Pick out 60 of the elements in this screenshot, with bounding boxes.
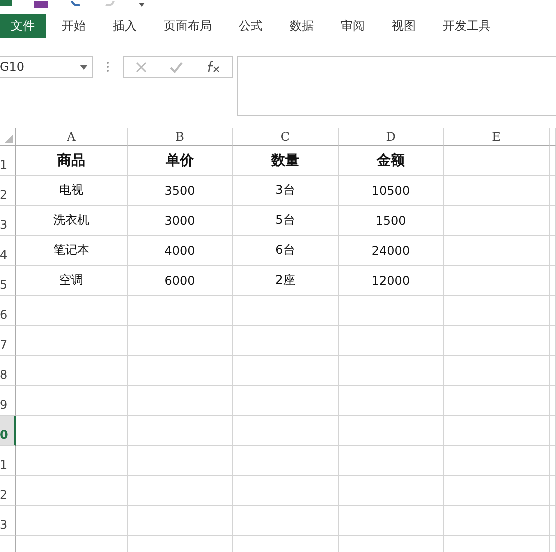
column-header[interactable]: D xyxy=(339,128,444,146)
table-cell: 单价 xyxy=(128,146,233,176)
row-header[interactable]: 8 xyxy=(0,356,16,386)
table-cell: 金额 xyxy=(339,146,444,176)
ribbon-tab[interactable]: 开发工具 xyxy=(443,18,491,34)
table-cell: 3台 xyxy=(233,176,339,206)
file-tab[interactable]: 文件 xyxy=(0,14,46,38)
table-cell: 10500 xyxy=(339,176,444,206)
column-header[interactable] xyxy=(550,128,556,146)
ribbon-tab[interactable]: 公式 xyxy=(239,18,263,34)
table-cell: 数量 xyxy=(233,146,339,176)
row-header[interactable]: 7 xyxy=(0,326,16,356)
row-header[interactable]: 2 xyxy=(0,176,16,206)
table-cell: 24000 xyxy=(339,236,444,266)
ribbon-tab[interactable]: 数据 xyxy=(290,18,314,34)
row-header[interactable]: 3 xyxy=(0,506,16,536)
ribbon-tab[interactable]: 视图 xyxy=(392,18,416,34)
caret-icon[interactable] xyxy=(138,2,146,8)
excel-logo-icon[interactable] xyxy=(0,0,12,8)
ribbon-tab[interactable]: 插入 xyxy=(113,18,137,34)
caret-icon[interactable] xyxy=(80,64,88,70)
row-header[interactable]: 3 xyxy=(0,206,16,236)
row-header[interactable]: 1 xyxy=(0,446,16,476)
table-cell: 6000 xyxy=(128,266,233,296)
formula-input[interactable] xyxy=(237,56,556,116)
ribbon-tab[interactable]: 审阅 xyxy=(341,18,365,34)
row-header[interactable]: 4 xyxy=(0,236,16,266)
row-header[interactable]: 6 xyxy=(0,296,16,326)
ribbon-tab[interactable]: 页面布局 xyxy=(164,18,212,34)
column-header[interactable]: C xyxy=(233,128,339,146)
drag-handle-icon[interactable] xyxy=(107,62,109,72)
table-cell: 6台 xyxy=(233,236,339,266)
row-header[interactable]: 9 xyxy=(0,386,16,416)
select-all-icon[interactable] xyxy=(5,135,13,143)
column-header[interactable]: B xyxy=(128,128,233,146)
table-cell: 12000 xyxy=(339,266,444,296)
table-cell: 4000 xyxy=(128,236,233,266)
table-cell: 空调 xyxy=(16,266,128,296)
table-cell: 洗衣机 xyxy=(16,206,128,236)
table-cell: 3500 xyxy=(128,176,233,206)
table-cell: 商品 xyxy=(16,146,128,176)
table-cell: 笔记本 xyxy=(16,236,128,266)
cancel-icon[interactable] xyxy=(136,62,147,72)
table-cell: 电视 xyxy=(16,176,128,206)
table-cell: 2座 xyxy=(233,266,339,296)
name-box[interactable]: G10 xyxy=(0,56,93,78)
row-header[interactable]: 1 xyxy=(0,146,16,176)
ribbon-tab[interactable]: 开始 xyxy=(62,18,86,34)
column-header[interactable]: E xyxy=(444,128,550,146)
column-header[interactable]: A xyxy=(16,128,128,146)
undo-icon[interactable] xyxy=(70,1,82,8)
table-cell: 1500 xyxy=(339,206,444,236)
check-icon[interactable] xyxy=(170,62,183,72)
function-icon[interactable] xyxy=(206,61,220,73)
table-cell: 3000 xyxy=(128,206,233,236)
table-cell: 5台 xyxy=(233,206,339,236)
row-header[interactable]: 5 xyxy=(0,266,16,296)
row-header[interactable]: 2 xyxy=(0,476,16,506)
redo-icon[interactable] xyxy=(104,1,116,8)
row-header[interactable]: 0 xyxy=(0,416,16,446)
